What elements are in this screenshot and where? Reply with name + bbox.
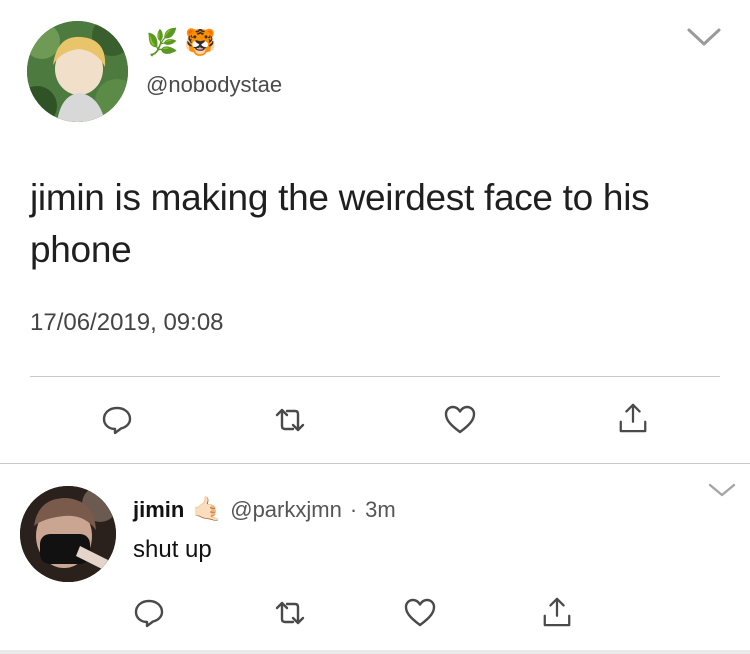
retweet-icon[interactable] bbox=[274, 597, 306, 629]
bottom-divider bbox=[0, 650, 750, 654]
reply-handle[interactable]: @parkxjmn bbox=[230, 497, 342, 523]
separator-dot: · bbox=[349, 496, 358, 522]
divider bbox=[0, 463, 750, 464]
chevron-down-icon[interactable] bbox=[707, 481, 737, 499]
share-icon[interactable] bbox=[541, 596, 573, 628]
retweet-icon[interactable] bbox=[274, 404, 306, 436]
tiger-emoji: 🐯 bbox=[184, 27, 217, 57]
user-handle[interactable]: @nobodystae bbox=[146, 72, 282, 98]
avatar[interactable] bbox=[20, 486, 116, 582]
reply-time: 3m bbox=[365, 496, 396, 522]
reply-icon[interactable] bbox=[133, 597, 165, 629]
call-me-hand-emoji: 🤙🏻 bbox=[192, 496, 223, 523]
share-icon[interactable] bbox=[617, 402, 649, 434]
tweet-text: jimin is making the weirdest face to his… bbox=[30, 177, 650, 270]
like-icon[interactable] bbox=[404, 597, 436, 629]
leaf-emoji: 🌿 bbox=[146, 27, 179, 57]
divider bbox=[30, 376, 720, 377]
reply-header: jimin 🤙🏻 @parkxjmn · 3m bbox=[133, 495, 396, 524]
reply-text: shut up bbox=[133, 536, 212, 563]
chevron-down-icon[interactable] bbox=[686, 26, 722, 48]
reply-display-name[interactable]: jimin bbox=[133, 497, 184, 523]
reply-icon[interactable] bbox=[101, 404, 133, 436]
like-icon[interactable] bbox=[444, 404, 476, 436]
display-name-emojis: 🌿 🐯 bbox=[146, 27, 217, 57]
avatar[interactable] bbox=[27, 21, 128, 122]
tweet-timestamp: 17/06/2019, 09:08 bbox=[30, 309, 224, 336]
